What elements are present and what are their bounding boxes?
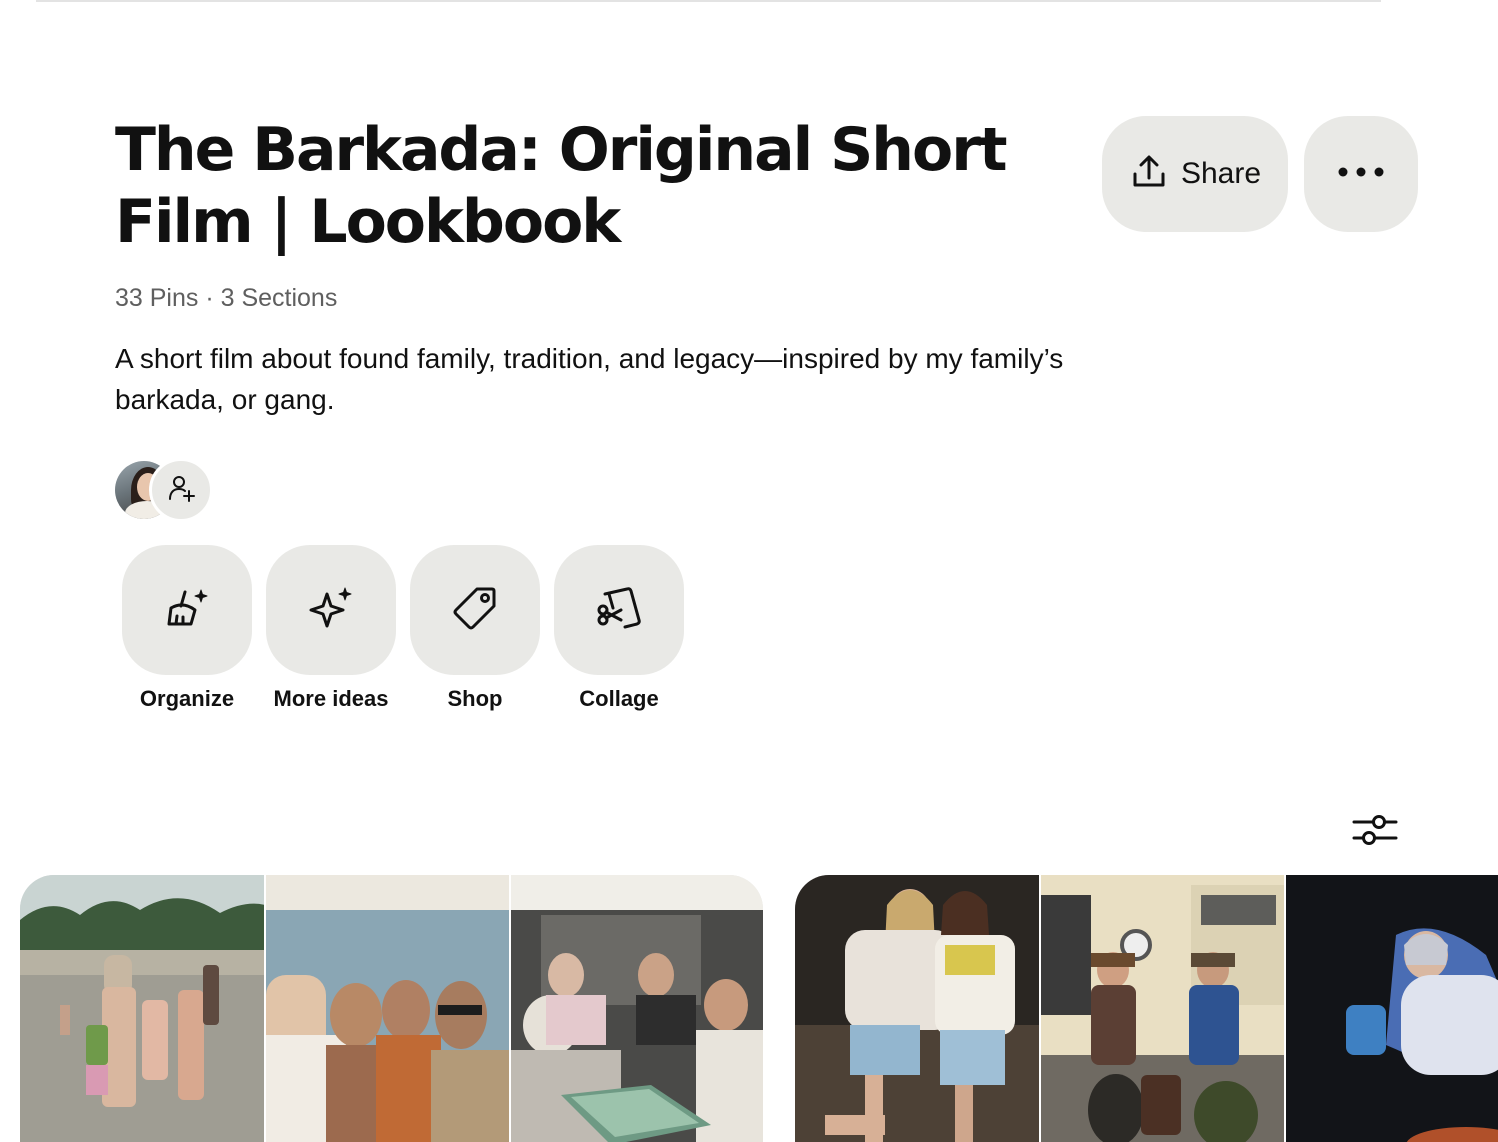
filter-button[interactable] [1350,810,1400,854]
pin-thumbnail[interactable] [20,875,264,1142]
pin-thumbnail[interactable] [1038,875,1285,1142]
pin-thumbnail[interactable] [1284,875,1498,1142]
pin-thumbnail[interactable] [795,875,1039,1142]
more-options-button[interactable] [1304,116,1418,232]
tool-organize[interactable]: Organize [122,545,252,712]
tool-more-ideas[interactable]: More ideas [266,545,396,712]
add-person-icon [167,474,195,507]
section-card[interactable] [20,875,763,1142]
share-upload-icon [1129,152,1169,197]
collage-button[interactable] [554,545,684,675]
organize-button[interactable] [122,545,252,675]
board-page: The Barkada: Original Short Film | Lookb… [0,0,1498,1142]
share-label: Share [1180,157,1262,190]
tool-label: Shop [447,686,503,711]
price-tag-icon [451,584,499,637]
add-collaborator-button[interactable] [149,458,213,522]
ellipsis-icon [1337,165,1385,183]
board-title: The Barkada: Original Short Film | Lookb… [115,115,1008,257]
scissors-collage-icon [595,584,643,637]
share-button[interactable]: Share [1102,116,1288,232]
tool-collage[interactable]: Collage [554,545,684,712]
shop-button[interactable] [410,545,540,675]
top-divider [36,0,1381,2]
tool-label: More ideas [273,686,389,711]
sliders-icon [1352,813,1398,852]
more-ideas-button[interactable] [266,545,396,675]
tool-shop[interactable]: Shop [410,545,540,712]
section-card[interactable] [795,875,1498,1142]
tool-label: Collage [579,686,659,711]
board-meta: 33 Pins · 3 Sections [115,284,338,312]
board-description: A short film about found family, traditi… [115,343,1064,415]
sparkle-icon [307,584,355,637]
pin-thumbnail[interactable] [509,875,763,1142]
broom-sparkle-icon [163,584,211,637]
tool-label: Organize [139,686,235,711]
pin-thumbnail[interactable] [263,875,510,1142]
